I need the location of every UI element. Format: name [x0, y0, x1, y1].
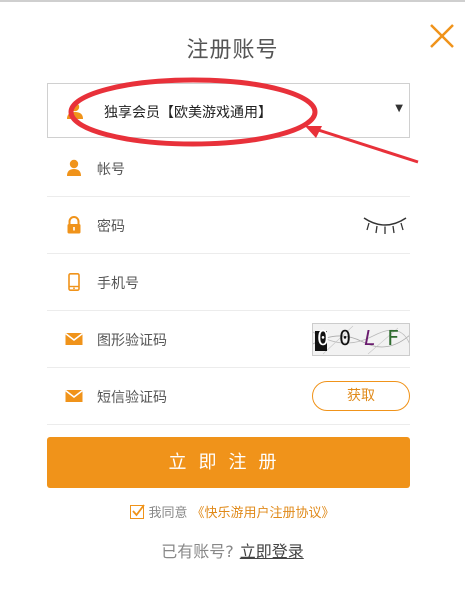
account-type-value: 独享会员【欧美游戏通用】: [104, 105, 272, 121]
phone-row[interactable]: 手机号: [47, 254, 410, 311]
user-icon: [65, 159, 83, 177]
top-divider: [0, 0, 465, 2]
account-type-select[interactable]: 独享会员【欧美游戏通用】 ▼: [47, 83, 410, 138]
account-row[interactable]: 帐号: [47, 140, 410, 197]
login-prompt: 已有账号? 立即登录: [0, 538, 465, 562]
page-title: 注册账号: [186, 38, 279, 63]
login-link[interactable]: 立即登录: [240, 542, 304, 561]
password-row[interactable]: 密码: [47, 197, 410, 254]
captcha-char: F: [387, 326, 400, 350]
envelope-icon: [65, 330, 83, 348]
sms-code-row[interactable]: 短信验证码 获取: [47, 368, 410, 425]
phone-input-placeholder: 手机号: [97, 276, 139, 292]
mobile-phone-icon: [65, 273, 83, 291]
account-input-placeholder: 帐号: [97, 162, 125, 178]
sms-code-input-placeholder: 短信验证码: [97, 390, 167, 406]
captcha-char: L: [364, 326, 377, 350]
captcha-char: 0: [339, 326, 352, 350]
captcha-image[interactable]: 0 0 L F: [312, 323, 410, 356]
captcha-row[interactable]: 图形验证码 0 0 L F: [47, 311, 410, 368]
register-button[interactable]: 立即注册: [47, 437, 410, 488]
agreement-link[interactable]: 《快乐游用户注册协议》: [192, 506, 335, 521]
lock-icon: [65, 216, 83, 234]
password-input-placeholder: 密码: [97, 219, 125, 235]
agree-text: 我同意: [148, 506, 188, 521]
agreement-line: 我同意 《快乐游用户注册协议》: [0, 502, 465, 521]
login-prompt-text: 已有账号?: [161, 542, 234, 561]
captcha-char: 0: [317, 326, 330, 350]
caret-down-icon: ▼: [395, 103, 403, 114]
captcha-input-placeholder: 图形验证码: [97, 333, 167, 349]
agree-checkbox[interactable]: [130, 504, 146, 519]
get-code-button[interactable]: 获取: [312, 381, 410, 411]
user-icon: [66, 102, 84, 124]
eye-closed-icon[interactable]: [362, 214, 408, 240]
envelope-icon: [65, 387, 83, 405]
